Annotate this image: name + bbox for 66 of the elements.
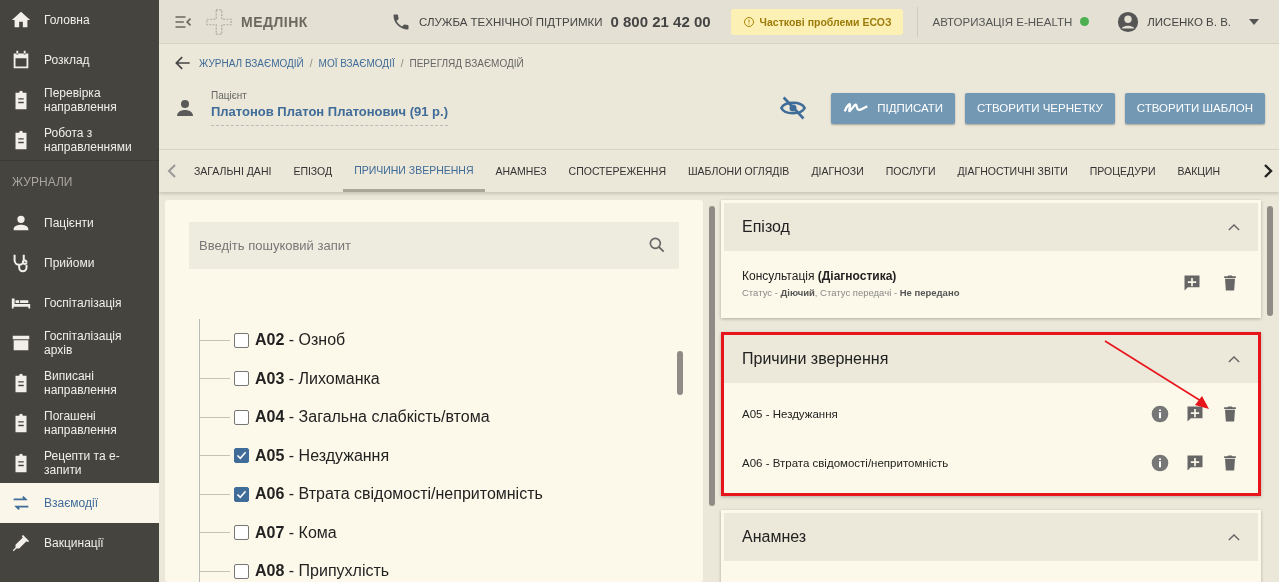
sidebar-item[interactable]: Прийоми: [0, 243, 159, 283]
sidebar-label: Госпіталізація: [44, 296, 122, 310]
support-label: СЛУЖБА ТЕХНІЧНОЇ ПІДТРИМКИ: [419, 15, 603, 28]
card-title: Анамнез: [742, 528, 807, 546]
sidebar-item[interactable]: Вакцинації: [0, 523, 159, 563]
support-phone: 0 800 21 42 00: [610, 13, 711, 30]
warning-text: Часткові проблеми ЕСОЗ: [759, 15, 892, 28]
tab[interactable]: ЗАГАЛЬНІ ДАНІ: [183, 150, 283, 192]
sidebar-item[interactable]: Робота з направленнями: [0, 120, 159, 160]
diagnosis-option[interactable]: A02 - Озноб: [255, 331, 346, 350]
diagnosis-option[interactable]: A05 - Нездужання: [255, 446, 390, 465]
breadcrumb-link[interactable]: МОЇ ВЗАЄМОДІЇ: [318, 57, 395, 69]
sidebar-label: Головна: [44, 13, 90, 27]
tab[interactable]: ЕПІЗОД: [282, 150, 344, 192]
diagnosis-option[interactable]: A08 - Припухлість: [255, 562, 390, 581]
sidebar-item[interactable]: Перевірка направлення: [0, 80, 159, 120]
episode-name: Консультація (Діагностика): [742, 268, 898, 283]
sidebar-label: Розклад: [44, 53, 90, 67]
user-name[interactable]: ЛИСЕНКО В. В.: [1147, 15, 1231, 28]
sidebar-item[interactable]: Погашені направлення: [0, 403, 159, 443]
reason-text: A05 - Нездужання: [742, 407, 839, 420]
sidebar-item[interactable]: Взаємодії: [0, 483, 159, 523]
sidebar-item[interactable]: Пацієнти: [0, 203, 159, 243]
tab[interactable]: АНАМНЕЗ: [484, 150, 558, 192]
diagnosis-option[interactable]: A03 - Лихоманка: [255, 369, 380, 388]
sidebar-label: Перевірка направлення: [44, 86, 118, 114]
patient-name[interactable]: Платонов Платон Платонович (91 р.): [211, 104, 448, 119]
warning-badge[interactable]: Часткові проблеми ЕСОЗ: [730, 8, 904, 35]
tab[interactable]: ДІАГНОЗИ: [800, 150, 875, 192]
sidebar-label: Взаємодії: [44, 496, 98, 510]
tab[interactable]: ШАБЛОНИ ОГЛЯДІВ: [677, 150, 801, 192]
tab[interactable]: ВАКЦИН: [1166, 150, 1232, 192]
sidebar-item[interactable]: Головна: [0, 0, 159, 40]
tab[interactable]: ПОСЛУГИ: [874, 150, 947, 192]
tab[interactable]: ДІАГНОСТИЧНІ ЗВІТИ: [946, 150, 1079, 192]
episode-status: Статус - Діючий, Статус передачі - Не передано: [742, 286, 961, 298]
auth-status: АВТОРИЗАЦІЯ E-HEALTH: [932, 15, 1073, 28]
sidebar-item[interactable]: Виписані направлення: [0, 363, 159, 403]
diagnosis-option[interactable]: A07 - Кома: [255, 523, 337, 542]
card-title: Причини звернення: [742, 350, 889, 368]
patient-label: Пацієнт: [211, 90, 248, 101]
tab[interactable]: ПРИЧИНИ ЗВЕРНЕННЯ: [343, 150, 485, 192]
sidebar-item[interactable]: Розклад: [0, 40, 159, 80]
sidebar-item[interactable]: Госпіталізація: [0, 283, 159, 323]
breadcrumb-current: ПЕРЕГЛЯД ВЗАЄМОДІЙ: [409, 57, 524, 69]
sidebar-label: Виписані направлення: [44, 369, 118, 397]
tab[interactable]: СПОСТЕРЕЖЕННЯ: [557, 150, 677, 192]
sidebar-label: Рецепти та е-запити: [44, 449, 121, 477]
sidebar-label: Робота з направленнями: [44, 126, 133, 154]
reason-text: A06 - Втрата свідомості/непритомність: [742, 456, 950, 469]
sidebar-label: Пацієнти: [44, 216, 94, 230]
sidebar-label: Вакцинації: [44, 536, 104, 550]
logo-text: МЕДЛІНК: [241, 13, 308, 30]
diagnosis-option[interactable]: A06 - Втрата свідомості/непритомність: [255, 485, 543, 504]
sidebar-item[interactable]: Госпіталізація архів: [0, 323, 159, 363]
sidebar-label: Госпіталізація архів: [44, 329, 123, 357]
breadcrumb-separator: /: [400, 57, 404, 69]
diagnosis-option[interactable]: A04 - Загальна слабкість/втома: [255, 408, 490, 427]
sidebar-item[interactable]: Рецепти та е-запити: [0, 443, 159, 483]
breadcrumb-link[interactable]: ЖУРНАЛ ВЗАЄМОДІЙ: [199, 57, 304, 69]
tab[interactable]: ПРОЦЕДУРИ: [1078, 150, 1167, 192]
search-field[interactable]: Введіть пошуковий запит: [189, 222, 679, 269]
sidebar-label: Прийоми: [44, 256, 95, 270]
sidebar-label: Погашені направлення: [44, 409, 118, 437]
card-title: Епізод: [742, 218, 790, 236]
breadcrumb-separator: /: [309, 57, 313, 69]
